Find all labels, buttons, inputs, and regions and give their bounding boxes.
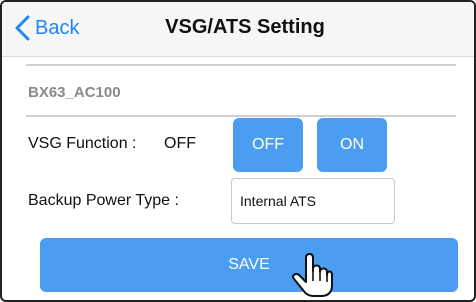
backup-power-type-select[interactable]: Internal ATS <box>231 178 395 224</box>
vsg-function-status: OFF <box>164 135 196 152</box>
top-divider <box>26 64 456 66</box>
save-button[interactable]: SAVE <box>40 238 458 292</box>
hand-pointer-icon <box>292 253 333 297</box>
backup-power-type-label: Backup Power Type : <box>28 192 179 209</box>
navigation-bar: Back VSG/ATS Setting <box>2 2 474 57</box>
device-name: BX63_AC100 <box>28 84 121 101</box>
vsg-function-label: VSG Function : <box>28 135 137 152</box>
section-divider <box>26 115 456 117</box>
vsg-on-button[interactable]: ON <box>317 118 387 172</box>
app-window: Back VSG/ATS Setting BX63_AC100 VSG Func… <box>0 0 476 302</box>
vsg-off-button[interactable]: OFF <box>233 118 303 172</box>
page-title: VSG/ATS Setting <box>165 16 325 38</box>
